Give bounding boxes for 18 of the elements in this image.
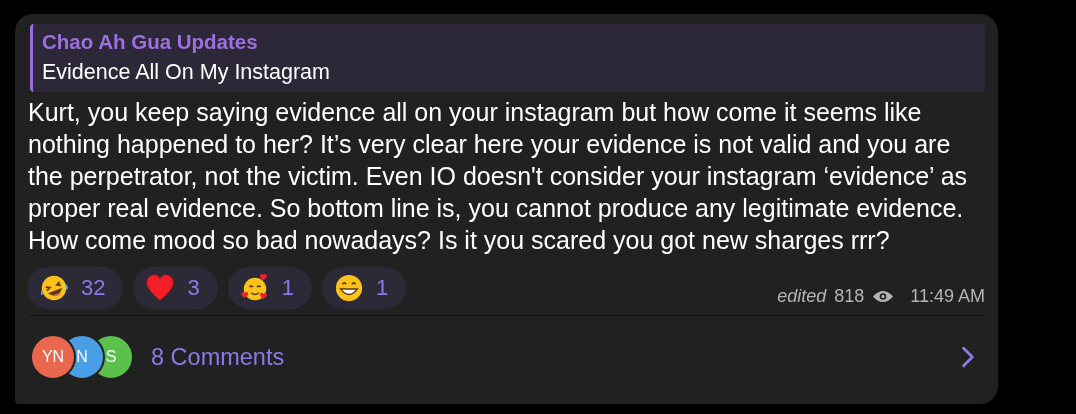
laughing-face-icon <box>39 273 69 303</box>
message-time: 11:49 AM <box>910 286 985 307</box>
comments-link[interactable]: 8 Comments <box>151 343 961 371</box>
reaction-chip[interactable]: 32 <box>27 267 124 309</box>
grinning-face-icon <box>334 273 364 303</box>
channel-name: Chao Ah Gua Updates <box>42 29 259 55</box>
reaction-chip[interactable]: 1 <box>227 267 312 309</box>
eye-icon <box>872 289 895 304</box>
reaction-chip[interactable]: 1 <box>322 267 407 309</box>
chevron-right-icon <box>961 346 975 368</box>
quoted-text: Evidence All On My Instagram <box>42 59 331 86</box>
edited-label: edited <box>777 286 827 307</box>
heart-icon <box>145 273 176 303</box>
smiling-face-hearts-icon <box>239 273 270 303</box>
reply-quote[interactable]: Chao Ah Gua Updates Evidence All On My Instagram <box>30 24 985 92</box>
message-text: Kurt, you keep saying evidence all on your instagram but how come it seems like nothing happened to her? It’s very clear here your evidence is not valid and you are the perpetrator, not the victim. Even IO doesn't consider your instagram ‘evidence’ as proper real evidence. So bottom line is, you cannot produce any legitimate evidence. How come mood so bad nowadays? Is it you scared you got new sharges rrr? <box>28 97 969 256</box>
view-count: 818 <box>834 286 865 307</box>
reaction-chip[interactable]: 3 <box>133 267 218 309</box>
